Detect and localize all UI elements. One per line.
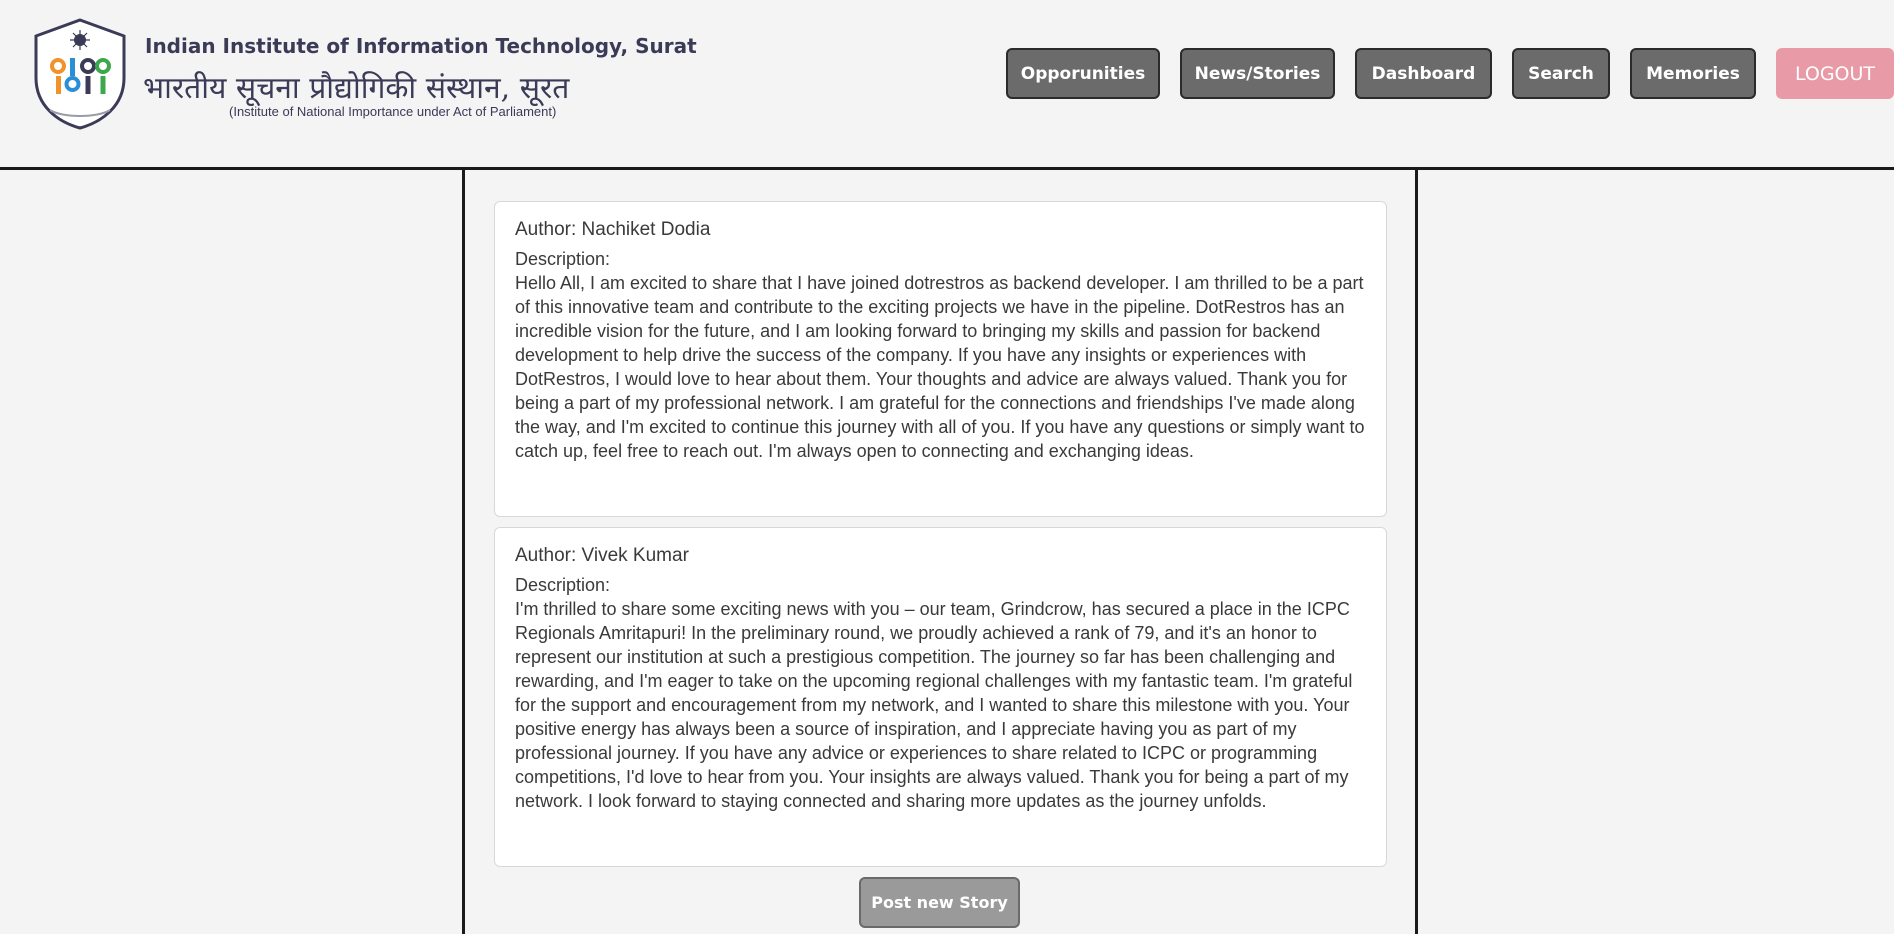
nav-search-button[interactable]: Search <box>1512 48 1610 99</box>
nav-memories-button[interactable]: Memories <box>1630 48 1756 99</box>
institute-subtitle: (Institute of National Importance under … <box>229 104 557 119</box>
story-card: Author: Nachiket Dodia Description: Hell… <box>494 201 1387 517</box>
nav-dashboard-button[interactable]: Dashboard <box>1355 48 1492 99</box>
nav-opportunities-button[interactable]: Opporunities <box>1006 48 1160 99</box>
story-description-label: Description: <box>515 249 611 269</box>
post-new-story-button[interactable]: Post new Story <box>859 877 1020 928</box>
iiit-surat-logo-icon[interactable] <box>32 18 128 130</box>
story-description: Hello All, I am excited to share that I … <box>515 273 1365 461</box>
logout-button[interactable]: LOGOUT <box>1776 48 1894 99</box>
story-author: Author: Vivek Kumar <box>515 545 689 566</box>
site-header: Indian Institute of Information Technolo… <box>0 0 1894 170</box>
story-description: I'm thrilled to share some exciting news… <box>515 599 1353 811</box>
story-author: Author: Nachiket Dodia <box>515 219 711 240</box>
institute-name-hindi: भारतीय सूचना प्रौद्योगिकी संस्थान, सूरत <box>143 71 570 106</box>
logo-shield <box>34 18 126 130</box>
story-card: Author: Vivek Kumar Description: I'm thr… <box>494 527 1387 867</box>
nav-news-stories-button[interactable]: News/Stories <box>1180 48 1335 99</box>
story-description-label: Description: <box>515 575 611 595</box>
institute-name: Indian Institute of Information Technolo… <box>145 34 697 58</box>
